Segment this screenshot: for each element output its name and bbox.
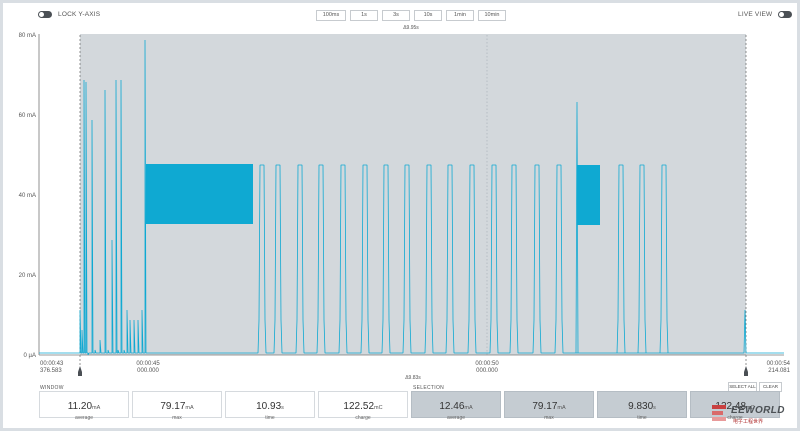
eeworld-watermark: EEWORLD 电子工程世界 <box>708 402 800 431</box>
x-label-sub: 000.000 <box>137 368 159 374</box>
toggle-switch-icon[interactable] <box>38 11 52 18</box>
y-tick-label: 60 mA <box>19 113 36 119</box>
lock-y-axis-label: LOCK Y-AXIS <box>58 11 101 18</box>
window-stats: 11.20mA average 79.17mA max 10.93s time … <box>39 391 408 421</box>
stat-unit: s <box>653 405 656 411</box>
stat-value: 79.17 <box>160 401 186 412</box>
selection-start-handle[interactable] <box>78 366 82 376</box>
toggle-switch-icon[interactable] <box>778 11 793 18</box>
x-label-time: 00:00:45 <box>136 361 160 367</box>
x-label-end-time: 00:00:54 <box>767 361 791 367</box>
y-tick-label: 20 mA <box>19 273 36 279</box>
x-label-sub: 000.000 <box>476 368 498 374</box>
window-max-stat: 79.17mA max <box>132 391 222 421</box>
stat-value: 79.17 <box>532 401 558 412</box>
window-average-stat: 11.20mA average <box>39 391 129 421</box>
window-time-stat: 10.93s time <box>225 391 315 421</box>
watermark-subtitle: 电子工程世界 <box>733 419 764 425</box>
stat-label: average <box>446 415 466 421</box>
stat-label: time <box>637 415 647 421</box>
selection-max-stat: 79.17mA max <box>504 391 594 421</box>
window-charge-stat: 122.52mC charge <box>318 391 408 421</box>
stat-label: average <box>74 415 94 421</box>
x-label-start-sub: 376.583 <box>40 368 62 374</box>
stat-unit: mC <box>374 405 383 411</box>
window-duration-annotation: Δ9.95s <box>403 25 419 31</box>
stat-unit: mA <box>185 405 194 411</box>
y-tick-label: 80 mA <box>19 33 36 39</box>
stat-label: max <box>172 415 182 421</box>
stat-value: 9.830 <box>628 401 654 412</box>
y-tick-label: 40 mA <box>19 193 36 199</box>
selection-average-stat: 12.46mA average <box>411 391 501 421</box>
stat-value: 10.93 <box>256 401 282 412</box>
activity-block <box>577 165 600 225</box>
lock-y-axis-toggle[interactable]: LOCK Y-AXIS <box>38 11 100 18</box>
x-label-end-sub: 214.081 <box>768 368 790 374</box>
stat-value: 12.46 <box>439 401 465 412</box>
activity-block <box>146 164 253 224</box>
stat-unit: mA <box>464 405 473 411</box>
live-view-label: LIVE VIEW <box>738 11 773 18</box>
current-chart[interactable]: 80 mA 60 mA 40 mA 20 mA 0 µA Δ9.95s Δ9.8… <box>0 20 800 385</box>
watermark-title: EEWORLD <box>731 405 785 416</box>
stat-value: 122.52 <box>343 401 375 412</box>
selection-time-stat: 9.830s time <box>597 391 687 421</box>
selection-duration-annotation: Δ9.83s <box>405 375 421 381</box>
stat-label: charge <box>355 415 371 421</box>
selection-end-handle[interactable] <box>744 366 748 376</box>
eeworld-logo-icon <box>712 405 726 421</box>
stat-label: time <box>265 415 275 421</box>
stat-label: max <box>544 415 554 421</box>
stat-value: 11.20 <box>67 401 93 412</box>
x-label-time: 00:00:50 <box>475 361 499 367</box>
stat-unit: mA <box>557 405 566 411</box>
stat-unit: mA <box>92 405 101 411</box>
x-label-start-time: 00:00:43 <box>40 361 64 367</box>
live-view-toggle[interactable]: LIVE VIEW <box>738 11 793 18</box>
y-tick-label: 0 µA <box>24 353 36 359</box>
stat-unit: s <box>281 405 284 411</box>
